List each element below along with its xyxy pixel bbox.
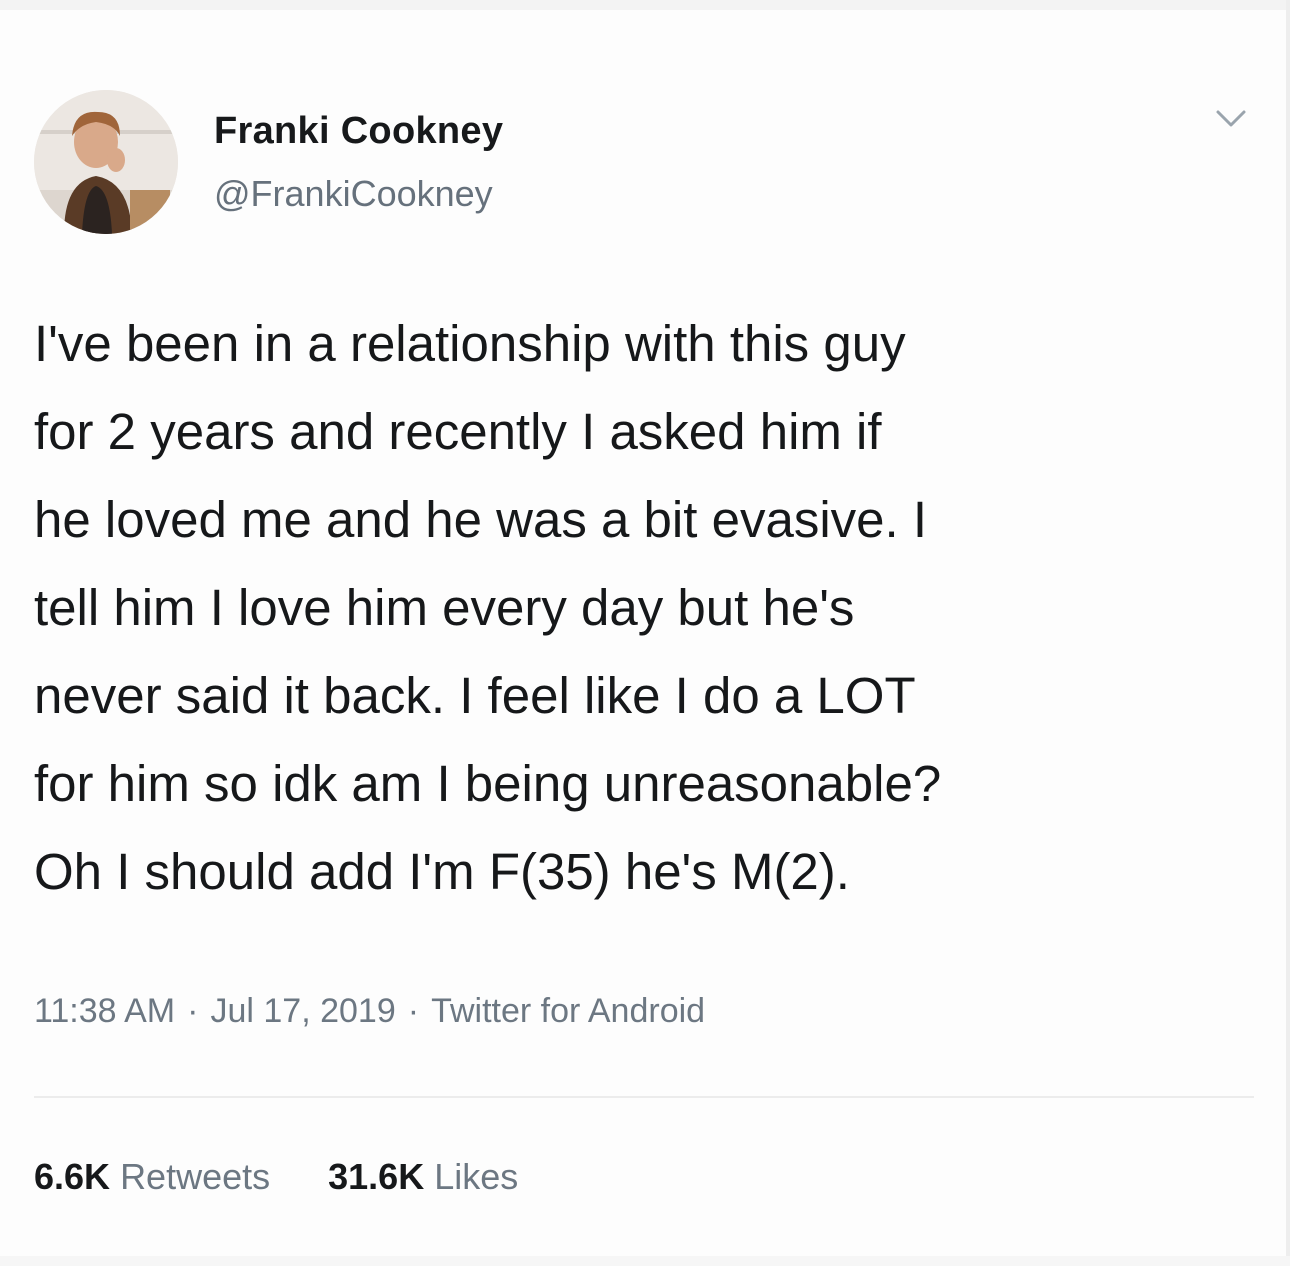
tweet-date[interactable]: Jul 17, 2019 [210, 992, 395, 1030]
meta-separator: · [187, 992, 199, 1030]
tweet-source[interactable]: Twitter for Android [431, 992, 705, 1030]
tweet-text-line: I've been in a relationship with this gu… [34, 315, 906, 372]
divider [34, 1096, 1254, 1098]
likes-label: Likes [434, 1156, 519, 1197]
top-edge [0, 0, 1290, 10]
tweet-time[interactable]: 11:38 AM [34, 992, 175, 1030]
retweets-count: 6.6K [34, 1156, 111, 1197]
avatar[interactable] [34, 90, 178, 234]
likes-stat[interactable]: 31.6K Likes [328, 1156, 518, 1197]
tweet-stats: 6.6K Retweets 31.6K Likes [34, 1156, 518, 1198]
likes-count: 31.6K [328, 1156, 425, 1197]
tweet-text-line: tell him I love him every day but he's [34, 579, 855, 636]
tweet-text: I've been in a relationship with this gu… [34, 300, 1264, 916]
tweet-text-line: never said it back. I feel like I do a L… [34, 667, 916, 724]
retweets-stat[interactable]: 6.6K Retweets [34, 1156, 270, 1197]
tweet-text-line: Oh I should add I'm F(35) he's M(2). [34, 843, 850, 900]
bottom-edge [0, 1256, 1290, 1266]
meta-separator: · [407, 992, 420, 1030]
tweet-text-line: he loved me and he was a bit evasive. I [34, 491, 928, 548]
retweets-label: Retweets [120, 1156, 271, 1197]
author-display-name[interactable]: Franki Cookney [214, 110, 503, 153]
avatar-photo [34, 90, 178, 234]
tweet-text-line: for 2 years and recently I asked him if [34, 403, 882, 460]
author-handle[interactable]: @FrankiCookney [214, 173, 493, 215]
tweet-metadata: 11:38 AM · Jul 17, 2019 · Twitter for Androi… [34, 992, 705, 1031]
chevron-down-icon[interactable] [1214, 106, 1248, 132]
right-edge [1286, 0, 1290, 1266]
tweet-text-line: for him so idk am I being unreasonable? [34, 755, 942, 812]
